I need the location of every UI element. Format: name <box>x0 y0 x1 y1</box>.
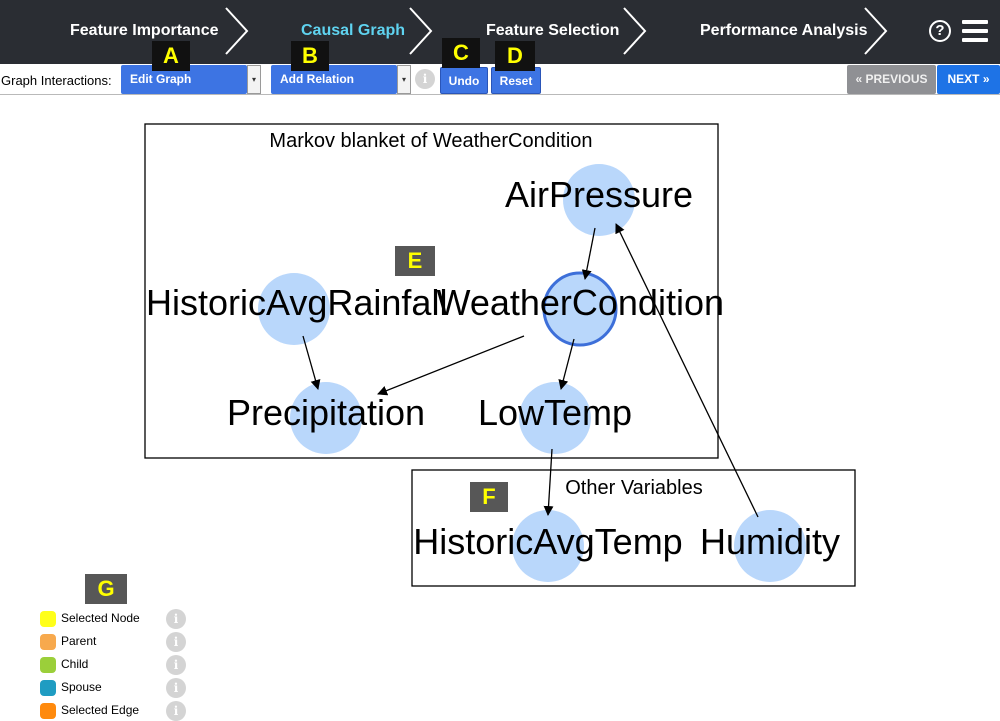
edge-historicavgrainfall-precipitation[interactable] <box>302 335 321 390</box>
legend-label: Selected Node <box>61 611 140 625</box>
hamburger-menu-icon[interactable] <box>962 20 988 42</box>
causal-graph-canvas[interactable]: Markov blanket of WeatherCondition Other… <box>0 96 1000 596</box>
info-icon[interactable]: i <box>415 69 435 89</box>
relation-select-arrow-icon[interactable]: ▾ <box>397 65 411 94</box>
chevron-right-icon <box>862 6 890 56</box>
node-label-historic-avg-temp: HistoricAvgTemp <box>413 521 682 562</box>
callout-c: C <box>442 38 480 68</box>
next-button[interactable]: NEXT » <box>937 65 1000 94</box>
legend-swatch <box>40 680 56 696</box>
chevron-right-icon <box>407 6 435 56</box>
other-variables-title: Other Variables <box>565 477 702 499</box>
callout-b: B <box>291 41 329 71</box>
legend-swatch <box>40 657 56 673</box>
node-label-precipitation: Precipitation <box>227 392 425 433</box>
edge-airpressure-weathercondition[interactable] <box>581 227 596 280</box>
legend-swatch <box>40 611 56 627</box>
info-icon[interactable]: i <box>166 632 186 652</box>
undo-button[interactable]: Undo <box>440 67 488 94</box>
node-label-low-temp: LowTemp <box>478 392 632 433</box>
callout-a: A <box>152 41 190 71</box>
edge-weathercondition-precipitation[interactable] <box>377 335 525 396</box>
reset-button[interactable]: Reset <box>491 67 541 94</box>
info-icon[interactable]: i <box>166 701 186 721</box>
chevron-right-icon <box>621 6 649 56</box>
node-label-historic-avg-rainfall: HistoricAvgRainfall <box>146 282 447 323</box>
previous-button[interactable]: « PREVIOUS <box>847 65 936 94</box>
step-feature-importance[interactable]: Feature Importance <box>70 0 218 64</box>
legend-label: Selected Edge <box>61 703 140 717</box>
legend-label: Child <box>61 657 89 671</box>
info-icon[interactable]: i <box>166 678 186 698</box>
node-label-weather-condition: WeatherCondition <box>436 282 724 323</box>
markov-blanket-title: Markov blanket of WeatherCondition <box>269 130 592 152</box>
node-label-humidity: Humidity <box>700 521 840 562</box>
legend-label: Spouse <box>61 680 102 694</box>
edge-humidity-airpressure[interactable] <box>615 223 759 518</box>
mode-select-arrow-icon[interactable]: ▾ <box>247 65 261 94</box>
edge-weathercondition-lowtemp[interactable] <box>558 338 575 390</box>
relation-type-select[interactable]: Add Relation <box>271 65 397 94</box>
legend-swatch <box>40 703 56 719</box>
edge-lowtemp-historicavgtemp[interactable] <box>543 448 554 516</box>
step-performance-analysis[interactable]: Performance Analysis <box>700 0 867 64</box>
legend-label: Parent <box>61 634 97 648</box>
chevron-right-icon <box>223 6 251 56</box>
info-icon[interactable]: i <box>166 655 186 675</box>
legend-swatch <box>40 634 56 650</box>
info-icon[interactable]: i <box>166 609 186 629</box>
graph-interactions-label: Graph Interactions: <box>1 73 112 88</box>
help-icon[interactable]: ? <box>929 20 951 42</box>
callout-d: D <box>495 41 535 71</box>
node-label-air-pressure: AirPressure <box>505 174 693 215</box>
